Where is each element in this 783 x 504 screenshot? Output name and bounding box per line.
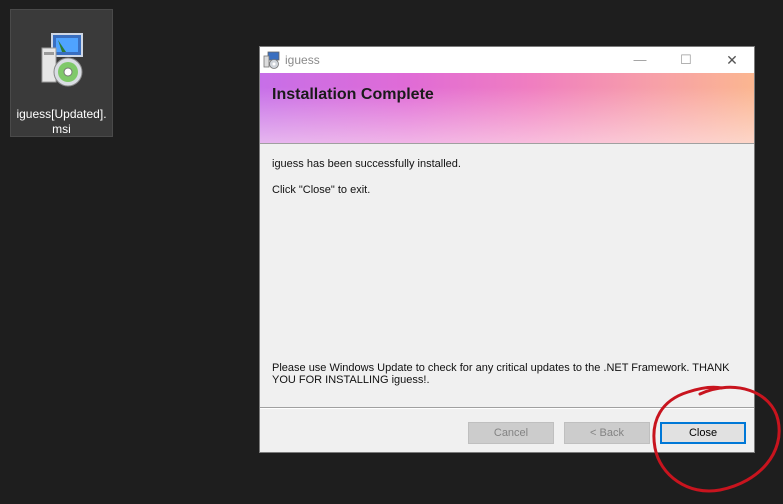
title-bar[interactable]: iguess — ☐ ✕ (260, 47, 754, 73)
window-title: iguess (285, 53, 320, 67)
close-button[interactable]: Close (660, 422, 746, 444)
desktop-file-icon[interactable]: iguess[Updated].msi (10, 9, 113, 137)
success-message: iguess has been successfully installed. (272, 158, 461, 170)
back-button[interactable]: < Back (564, 422, 650, 444)
maximize-button[interactable]: ☐ (663, 47, 709, 73)
footer-divider (260, 407, 754, 409)
installer-window: iguess — ☐ ✕ Installation Complete igues… (259, 46, 755, 453)
instruction-message: Click "Close" to exit. (272, 184, 371, 196)
installer-package-icon (41, 33, 83, 87)
desktop-file-label: iguess[Updated].msi (16, 107, 107, 136)
installer-app-icon (263, 51, 280, 69)
header-banner: Installation Complete (260, 73, 754, 144)
cancel-button[interactable]: Cancel (468, 422, 554, 444)
window-close-button[interactable]: ✕ (709, 47, 755, 73)
update-notice: Please use Windows Update to check for a… (272, 362, 730, 386)
banner-heading: Installation Complete (272, 86, 434, 103)
minimize-button[interactable]: — (617, 47, 663, 73)
